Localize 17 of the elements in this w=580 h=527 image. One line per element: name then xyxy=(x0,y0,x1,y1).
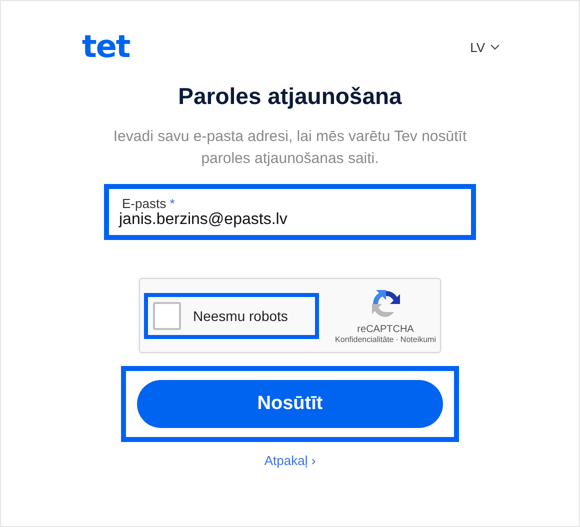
language-selector[interactable]: LV xyxy=(470,40,500,54)
checkbox[interactable] xyxy=(153,302,181,330)
terms-link[interactable]: Noteikumi xyxy=(400,334,436,344)
field-value: janis.berzins@epasts.lv xyxy=(119,210,288,228)
recaptcha-label: reCAPTCHA xyxy=(357,324,414,334)
field-label: E-pasts * xyxy=(122,196,175,210)
chevron-down-icon xyxy=(490,44,500,50)
email-field[interactable]: E-pasts * janis.berzins@epasts.lv xyxy=(104,184,476,240)
separator-dot: · xyxy=(396,334,398,344)
page-title: Paroles atjaunošana xyxy=(178,83,402,110)
description-text: Ievadi savu e-pasta adresi, lai mēs varētu Tev nosūtīt paroles atjaunošanas saiti. xyxy=(112,127,468,169)
recaptcha-icon xyxy=(370,288,402,320)
logo[interactable]: tet xyxy=(82,29,130,65)
submit-button[interactable]: Nosūtīt xyxy=(137,380,443,428)
checkbox-label: Neesmu robots xyxy=(193,308,288,324)
privacy-link[interactable]: Konfidencialitāte xyxy=(335,334,394,344)
back-link[interactable]: Atpakaļ › xyxy=(264,453,316,468)
